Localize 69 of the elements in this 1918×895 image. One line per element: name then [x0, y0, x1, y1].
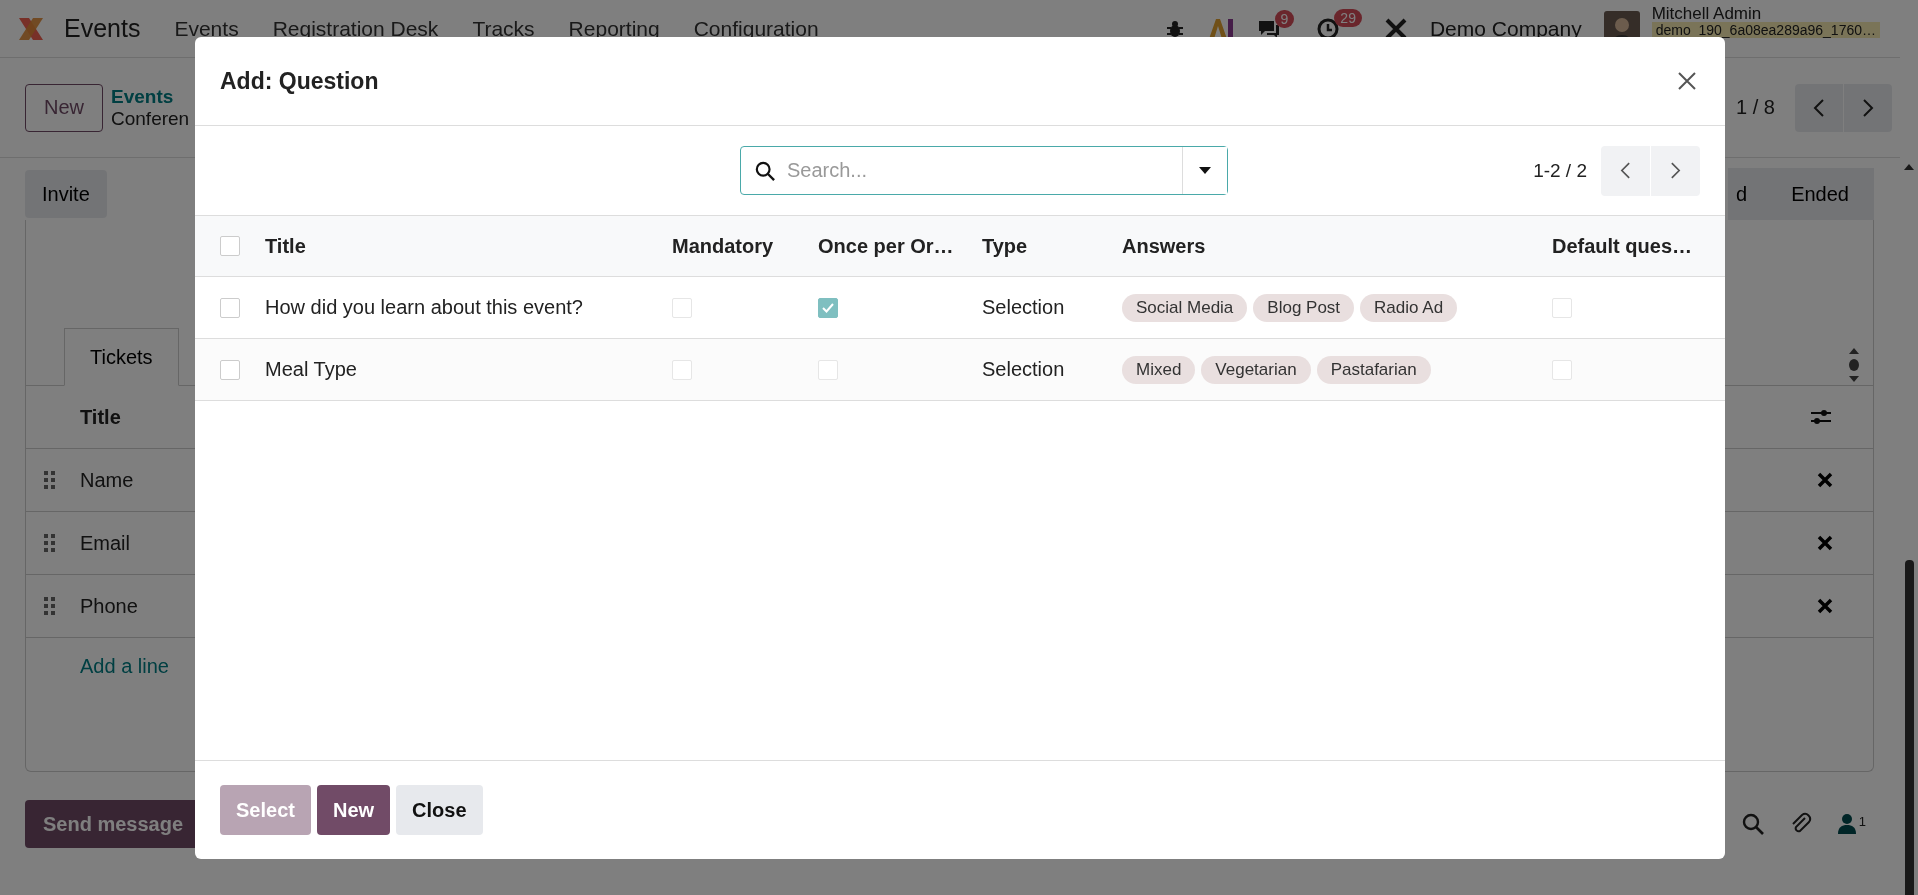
caret-icon	[1199, 166, 1211, 175]
app-name[interactable]: Events	[64, 14, 141, 43]
drag-handle-icon[interactable]	[44, 534, 56, 552]
answer-tag: Vegetarian	[1201, 355, 1311, 384]
record-title: Conferen	[111, 107, 190, 130]
select-all-checkbox[interactable]	[220, 236, 240, 256]
tab[interactable]: Tickets	[64, 328, 179, 386]
user-name[interactable]: Mitchell Admin	[1651, 5, 1880, 22]
stage-button[interactable]: d	[1728, 168, 1768, 220]
table-cell-text: Selection	[982, 358, 1066, 381]
table-cell: Email	[80, 531, 130, 555]
count-badge: 9	[1274, 9, 1295, 28]
column-header[interactable]: Default ques…	[1552, 234, 1725, 258]
row-checkbox[interactable]	[220, 359, 240, 380]
column-header[interactable]: Title	[80, 405, 121, 429]
count-badge: 29	[1334, 8, 1362, 27]
invite-button[interactable]: Invite	[25, 170, 107, 218]
dialog-button[interactable]: Close	[396, 785, 483, 835]
breadcrumb-link[interactable]: Events	[111, 85, 190, 108]
menu-item[interactable]: Events	[174, 16, 239, 41]
follower-count: 1	[1858, 814, 1866, 829]
chevron-right-icon	[1670, 161, 1681, 180]
stage-button[interactable]: Ended	[1767, 168, 1874, 220]
delete-icon[interactable]	[1817, 472, 1833, 488]
table-cell-text: How did you learn about this event?	[265, 296, 584, 319]
dropdown-toggle[interactable]	[1182, 147, 1227, 194]
drag-handle-icon[interactable]	[44, 471, 56, 489]
search-icon[interactable]	[1741, 813, 1764, 835]
menu-item[interactable]: Registration Desk	[272, 16, 439, 41]
column-header[interactable]: Answers	[1122, 234, 1552, 258]
drag-handle-icon[interactable]	[44, 597, 56, 615]
table-cell-text: Selection	[982, 296, 1066, 319]
table-cell: Phone	[80, 594, 138, 618]
search-box[interactable]: Search...	[740, 146, 1228, 195]
menu-item[interactable]: Configuration	[693, 16, 819, 41]
bug-icon[interactable]	[1164, 18, 1185, 39]
pager-value: 1 / 8	[1736, 96, 1775, 119]
add-line-link[interactable]: Add a line	[80, 655, 169, 678]
menu-item[interactable]: Reporting	[568, 16, 660, 41]
check-icon	[822, 302, 834, 313]
dialog-button[interactable]: New	[316, 785, 391, 835]
column-header[interactable]: Once per Or…	[818, 234, 982, 258]
new-button[interactable]: New	[25, 83, 103, 132]
delete-icon[interactable]	[1817, 535, 1833, 551]
pager-value: 1-2 / 2	[1533, 159, 1587, 182]
sliders-icon[interactable]	[1809, 407, 1833, 427]
person-icon[interactable]	[1837, 814, 1856, 834]
answer-tag: Social Media	[1122, 293, 1248, 322]
answer-tag: Radio Ad	[1360, 293, 1458, 322]
chevron-right-icon	[1862, 97, 1874, 118]
answer-tag: Pastafarian	[1316, 355, 1431, 384]
company-switcher[interactable]: Demo Company	[1429, 16, 1582, 41]
menu-item[interactable]: Tracks	[472, 16, 535, 41]
database-name: demo_190_6a08ea289a96_1760…	[1651, 21, 1880, 38]
next-button[interactable]	[1844, 83, 1892, 132]
delete-icon[interactable]	[1817, 598, 1833, 614]
table-cell-text: Meal Type	[265, 358, 358, 381]
close-icon	[1677, 71, 1697, 91]
row-checkbox[interactable]	[220, 297, 240, 318]
chevron-left-icon	[1813, 97, 1825, 118]
dialog-title: Add: Question	[220, 67, 379, 95]
table-cell: Name	[80, 468, 134, 492]
column-header[interactable]: Type	[982, 234, 1122, 258]
answer-tag: Blog Post	[1253, 293, 1355, 322]
search-icon	[755, 160, 775, 181]
column-header[interactable]: Title	[265, 234, 672, 258]
chevron-left-icon	[1620, 161, 1631, 180]
answer-tag: Mixed	[1122, 355, 1196, 384]
column-header[interactable]: Mandatory	[672, 234, 818, 258]
